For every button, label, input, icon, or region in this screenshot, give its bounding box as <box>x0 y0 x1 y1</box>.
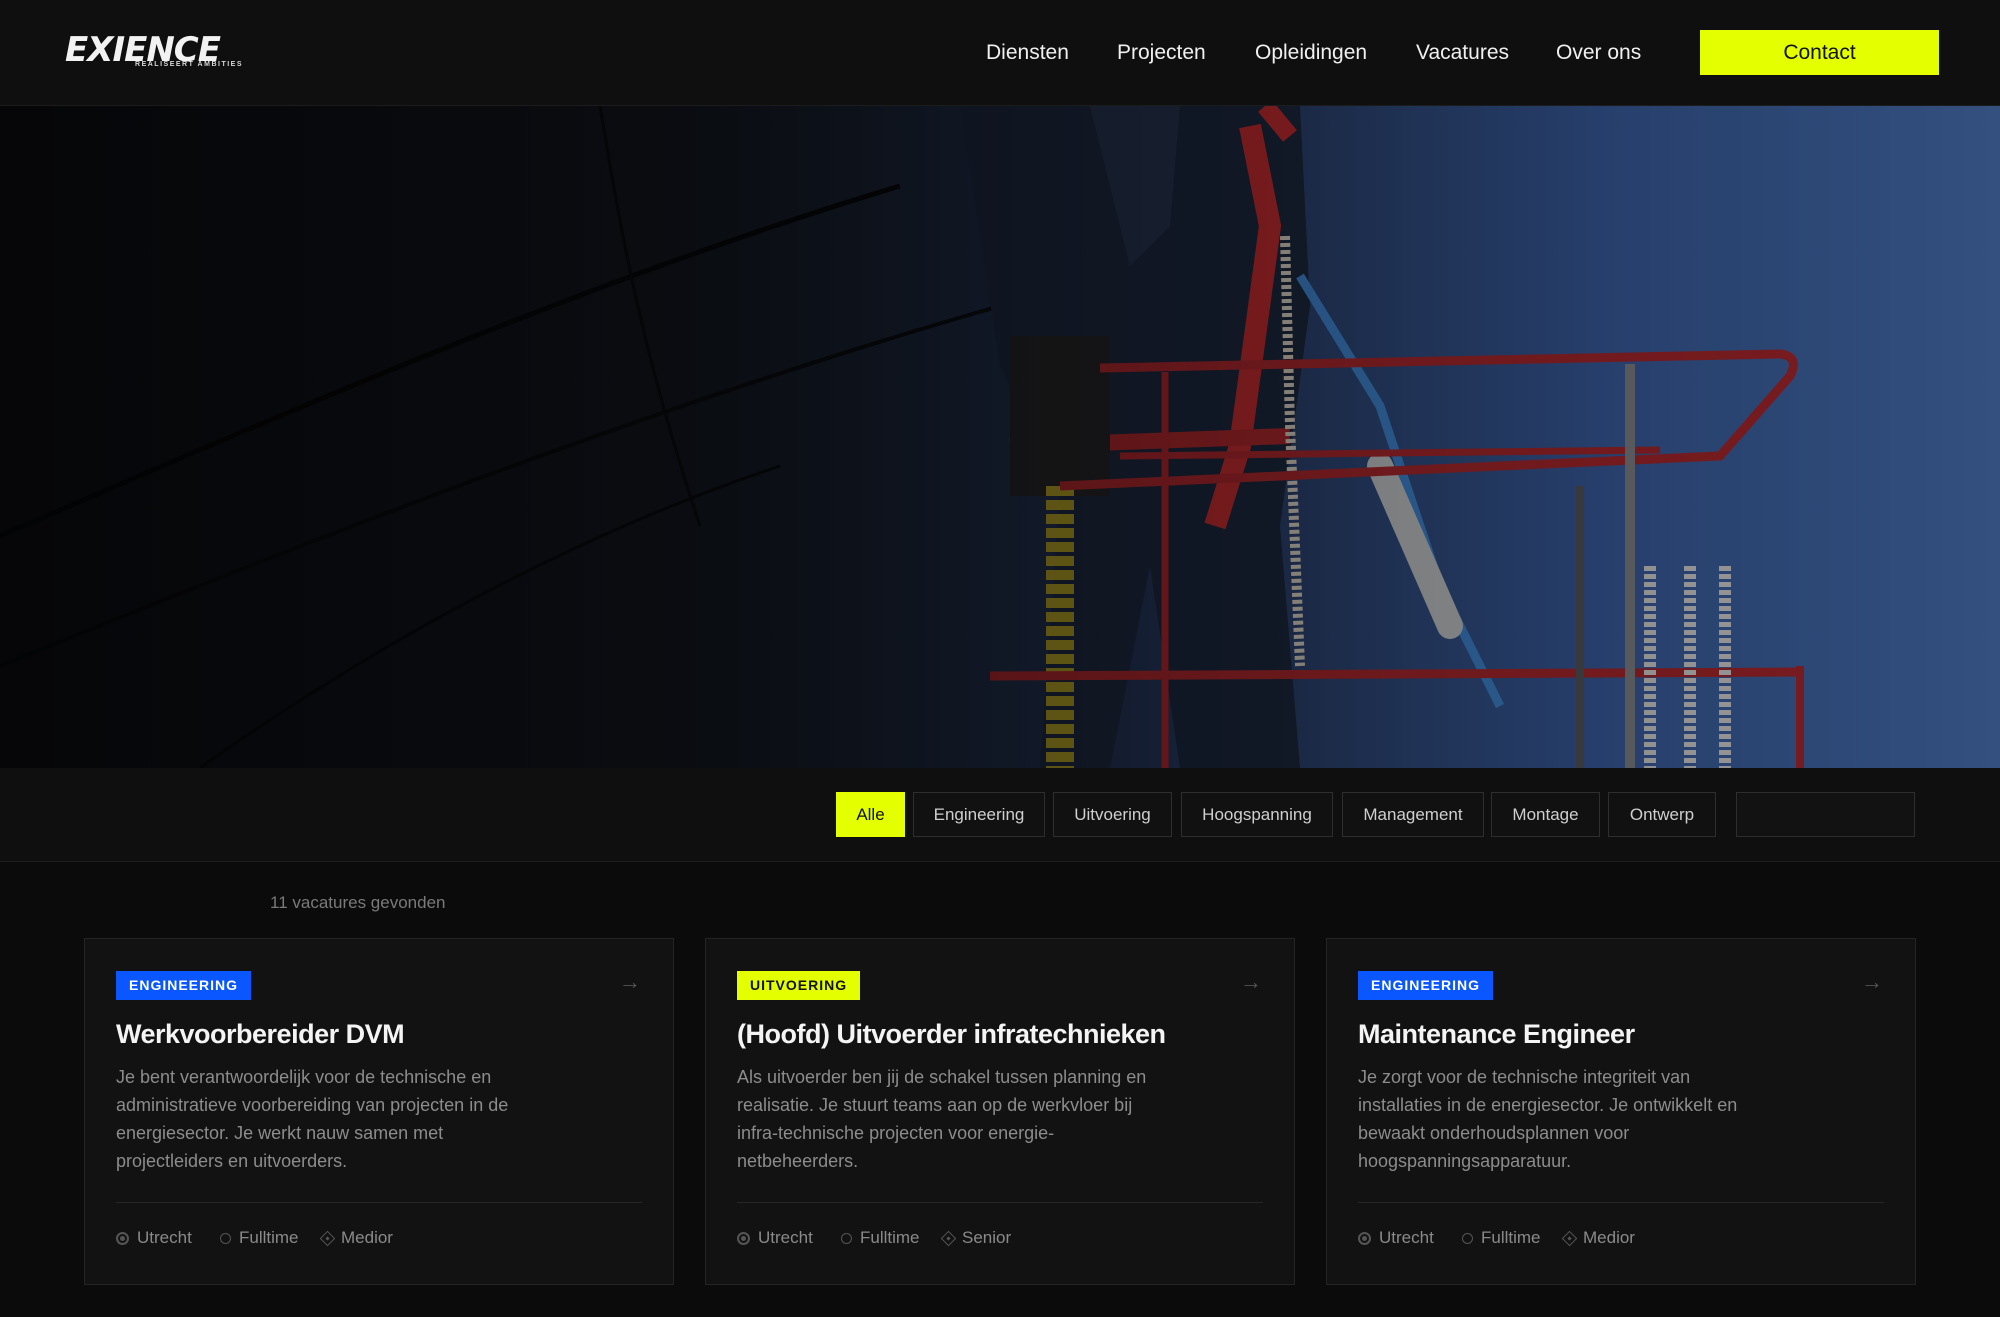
contact-button[interactable]: Contact <box>1700 30 1939 75</box>
category-badge: UITVOERING <box>737 971 861 1000</box>
card-divider <box>737 1202 1263 1203</box>
location-icon <box>737 1231 750 1245</box>
job-hours: Fulltime <box>220 1226 299 1250</box>
job-location: Utrecht <box>116 1226 192 1250</box>
job-hours-text: Fulltime <box>1481 1228 1541 1247</box>
job-level: Medior <box>1561 1226 1635 1250</box>
hero-overlay <box>0 106 2000 768</box>
job-hours: Fulltime <box>841 1226 920 1250</box>
job-level-text: Medior <box>341 1228 393 1247</box>
category-badge: ENGINEERING <box>1358 971 1494 1000</box>
card-divider <box>116 1202 642 1203</box>
filter-chip-management[interactable]: Management <box>1342 792 1484 837</box>
job-card[interactable]: UITVOERING → (Hoofd) Uitvoerder infratec… <box>705 938 1295 1285</box>
results-count: 11 vacatures gevonden <box>270 893 446 912</box>
nav-item-vacatures[interactable]: Vacatures <box>1416 38 1509 68</box>
category-badge: ENGINEERING <box>116 971 252 1000</box>
location-icon <box>1358 1231 1371 1245</box>
filter-chip-hoogspanning[interactable]: Hoogspanning <box>1181 792 1333 837</box>
job-level-text: Medior <box>1583 1228 1635 1247</box>
filter-chip-montage[interactable]: Montage <box>1491 792 1600 837</box>
filter-chip-ontwerp[interactable]: Ontwerp <box>1608 792 1716 837</box>
location-icon <box>116 1231 129 1245</box>
job-title: Maintenance Engineer <box>1358 1019 1635 1049</box>
arrow-right-icon[interactable]: → <box>1238 969 1264 995</box>
job-location: Utrecht <box>1358 1226 1434 1250</box>
job-title: Werkvoorbereider DVM <box>116 1019 405 1049</box>
card-divider <box>1358 1202 1884 1203</box>
job-location-text: Utrecht <box>137 1228 192 1247</box>
job-level: Senior <box>940 1226 1012 1250</box>
job-hours-text: Fulltime <box>860 1228 920 1247</box>
level-icon <box>1561 1230 1578 1246</box>
level-icon <box>940 1230 957 1246</box>
level-icon <box>319 1230 336 1246</box>
site-header: EXIENCE REALISEERT AMBITIES Diensten Pro… <box>0 0 2000 106</box>
job-description: Je bent verantwoordelijk voor de technis… <box>116 1067 509 1171</box>
search-input[interactable] <box>1736 792 1915 837</box>
filter-bar: Alle Engineering Uitvoering Hoogspanning… <box>0 768 2000 862</box>
job-location-text: Utrecht <box>758 1228 813 1247</box>
job-location: Utrecht <box>737 1226 813 1250</box>
arrow-right-icon[interactable]: → <box>617 969 643 995</box>
logo-tagline: REALISEERT AMBITIES <box>135 61 243 68</box>
filter-chip-engineering[interactable]: Engineering <box>913 792 1045 837</box>
nav-item-projecten[interactable]: Projecten <box>1117 38 1206 68</box>
job-hours-text: Fulltime <box>239 1228 299 1247</box>
arrow-right-icon[interactable]: → <box>1859 969 1885 995</box>
logo[interactable]: EXIENCE REALISEERT AMBITIES <box>65 32 245 72</box>
job-level: Medior <box>319 1226 393 1250</box>
filter-chip-uitvoering[interactable]: Uitvoering <box>1053 792 1172 837</box>
clock-icon <box>220 1232 231 1244</box>
job-description: Je zorgt voor de technische integriteit … <box>1358 1067 1738 1171</box>
nav-item-diensten[interactable]: Diensten <box>986 38 1069 68</box>
job-card[interactable]: ENGINEERING → Maintenance Engineer Je zo… <box>1326 938 1916 1285</box>
nav-item-over-ons[interactable]: Over ons <box>1556 38 1641 68</box>
clock-icon <box>841 1232 852 1244</box>
job-title: (Hoofd) Uitvoerder infratechnieken <box>737 1019 1166 1049</box>
nav-item-opleidingen[interactable]: Opleidingen <box>1255 38 1367 68</box>
job-location-text: Utrecht <box>1379 1228 1434 1247</box>
job-card[interactable]: ENGINEERING → Werkvoorbereider DVM Je be… <box>84 938 674 1285</box>
job-level-text: Senior <box>962 1228 1012 1247</box>
job-hours: Fulltime <box>1462 1226 1541 1250</box>
clock-icon <box>1462 1232 1473 1244</box>
hero-image <box>0 106 2000 768</box>
filter-chip-alle[interactable]: Alle <box>836 792 905 837</box>
job-description: Als uitvoerder ben jij de schakel tussen… <box>737 1067 1147 1171</box>
